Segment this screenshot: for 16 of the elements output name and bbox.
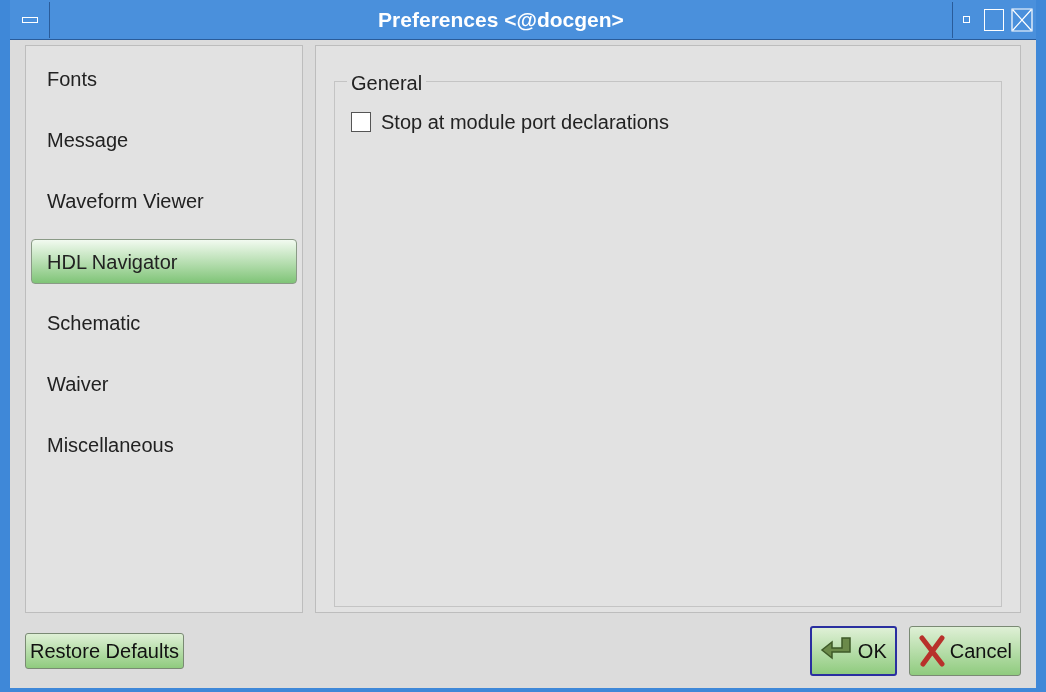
checkbox[interactable] <box>351 112 371 132</box>
minus-icon <box>21 16 38 23</box>
close-icon <box>1011 7 1033 32</box>
restore-defaults-button[interactable]: Restore Defaults <box>25 632 184 669</box>
cancel-button[interactable]: Cancel <box>908 625 1021 676</box>
sidebar-item[interactable]: Waveform Viewer <box>31 178 297 223</box>
sidebar-item[interactable]: Miscellaneous <box>31 422 297 467</box>
sidebar-item[interactable]: Schematic <box>31 300 297 345</box>
sidebar-item[interactable]: Fonts <box>31 56 297 101</box>
sidebar-item[interactable]: HDL Navigator <box>31 239 297 284</box>
ok-button[interactable]: OK <box>809 625 897 676</box>
checkbox-label: Stop at module port declarations <box>381 110 669 135</box>
x-icon <box>917 634 946 667</box>
window-title: Preferences <@docgen> <box>377 6 625 33</box>
sidebar-item[interactable]: Message <box>31 117 297 162</box>
sidebar-item[interactable]: Waiver <box>31 361 297 406</box>
